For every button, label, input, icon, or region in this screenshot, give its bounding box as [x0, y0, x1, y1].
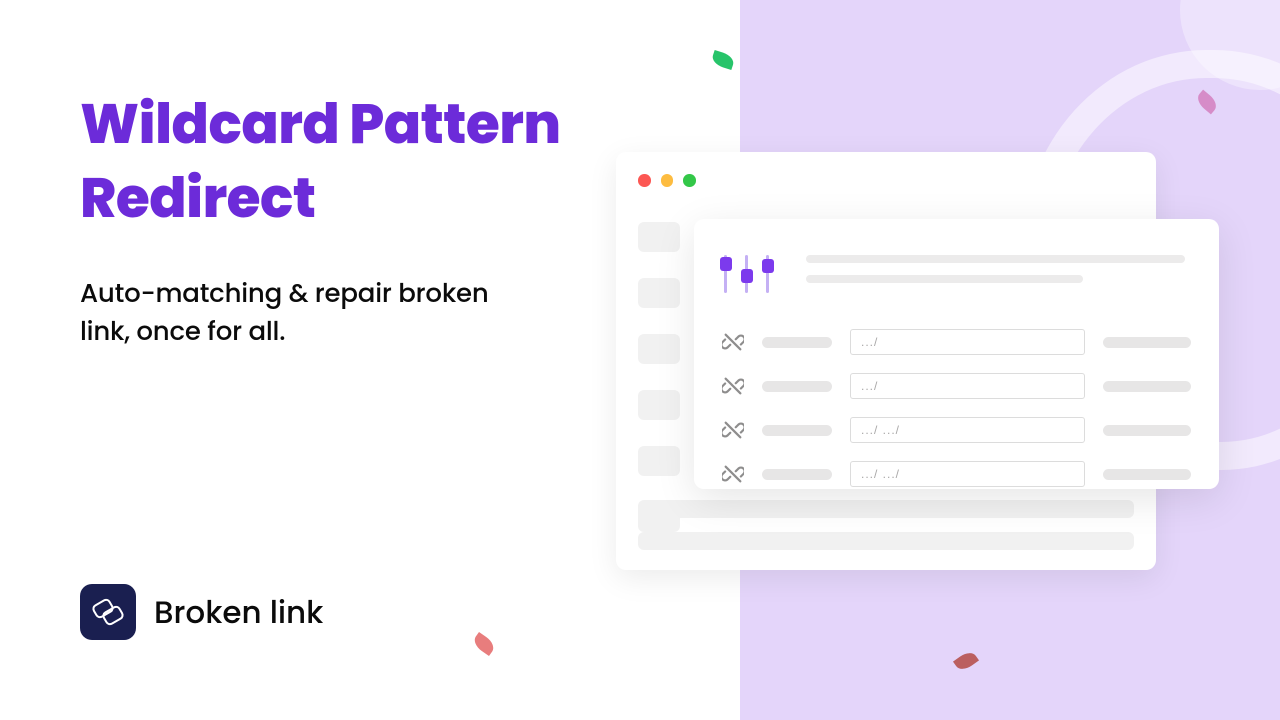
- pattern-field[interactable]: .../: [850, 373, 1085, 399]
- heading-line-1: Wildcard Pattern: [80, 88, 561, 162]
- header-text-placeholder: [806, 255, 1185, 295]
- leaf-decoration: [471, 632, 497, 656]
- redirect-row: .../: [722, 329, 1191, 355]
- sidebar-placeholders: [638, 222, 680, 532]
- action-placeholder: [1103, 337, 1191, 348]
- text-line-placeholder: [806, 255, 1185, 263]
- label-placeholder: [762, 469, 832, 480]
- action-placeholder: [1103, 381, 1191, 392]
- brand-name: Broken link: [154, 589, 323, 636]
- broken-link-icon: [80, 584, 136, 640]
- subheading: Auto-matching & repair broken link, once…: [80, 276, 489, 351]
- redirect-row: .../ .../: [722, 461, 1191, 487]
- maximize-dot-icon: [683, 174, 696, 187]
- redirect-row: .../: [722, 373, 1191, 399]
- broken-link-icon: [722, 463, 744, 485]
- filter-sliders-icon: [724, 251, 769, 293]
- sidebar-placeholder: [638, 222, 680, 252]
- broken-link-icon: [722, 375, 744, 397]
- footer-placeholder-rows: [638, 500, 1134, 550]
- sidebar-placeholder: [638, 334, 680, 364]
- sidebar-placeholder: [638, 446, 680, 476]
- window-foreground: .../ .../ .../ .../ .../ .../: [694, 219, 1219, 489]
- footer-row-placeholder: [638, 532, 1134, 550]
- pattern-field[interactable]: .../ .../: [850, 461, 1085, 487]
- minimize-dot-icon: [661, 174, 674, 187]
- redirect-row: .../ .../: [722, 417, 1191, 443]
- redirect-rows: .../ .../ .../ .../ .../ .../: [722, 329, 1191, 487]
- label-placeholder: [762, 425, 832, 436]
- brand-block: Broken link: [80, 584, 323, 640]
- window-traffic-lights: [638, 174, 696, 187]
- footer-row-placeholder: [638, 500, 1134, 518]
- sidebar-placeholder: [638, 278, 680, 308]
- pattern-field[interactable]: .../ .../: [850, 417, 1085, 443]
- main-heading: Wildcard Pattern Redirect: [80, 88, 561, 237]
- leaf-decoration: [710, 50, 735, 70]
- close-dot-icon: [638, 174, 651, 187]
- label-placeholder: [762, 381, 832, 392]
- broken-link-icon: [722, 331, 744, 353]
- heading-line-2: Redirect: [80, 162, 561, 236]
- label-placeholder: [762, 337, 832, 348]
- sidebar-placeholder: [638, 390, 680, 420]
- broken-link-icon: [722, 419, 744, 441]
- action-placeholder: [1103, 425, 1191, 436]
- pattern-field[interactable]: .../: [850, 329, 1085, 355]
- text-line-placeholder: [806, 275, 1083, 283]
- action-placeholder: [1103, 469, 1191, 480]
- subheading-line-1: Auto-matching & repair broken: [80, 276, 489, 314]
- subheading-line-2: link, once for all.: [80, 314, 489, 352]
